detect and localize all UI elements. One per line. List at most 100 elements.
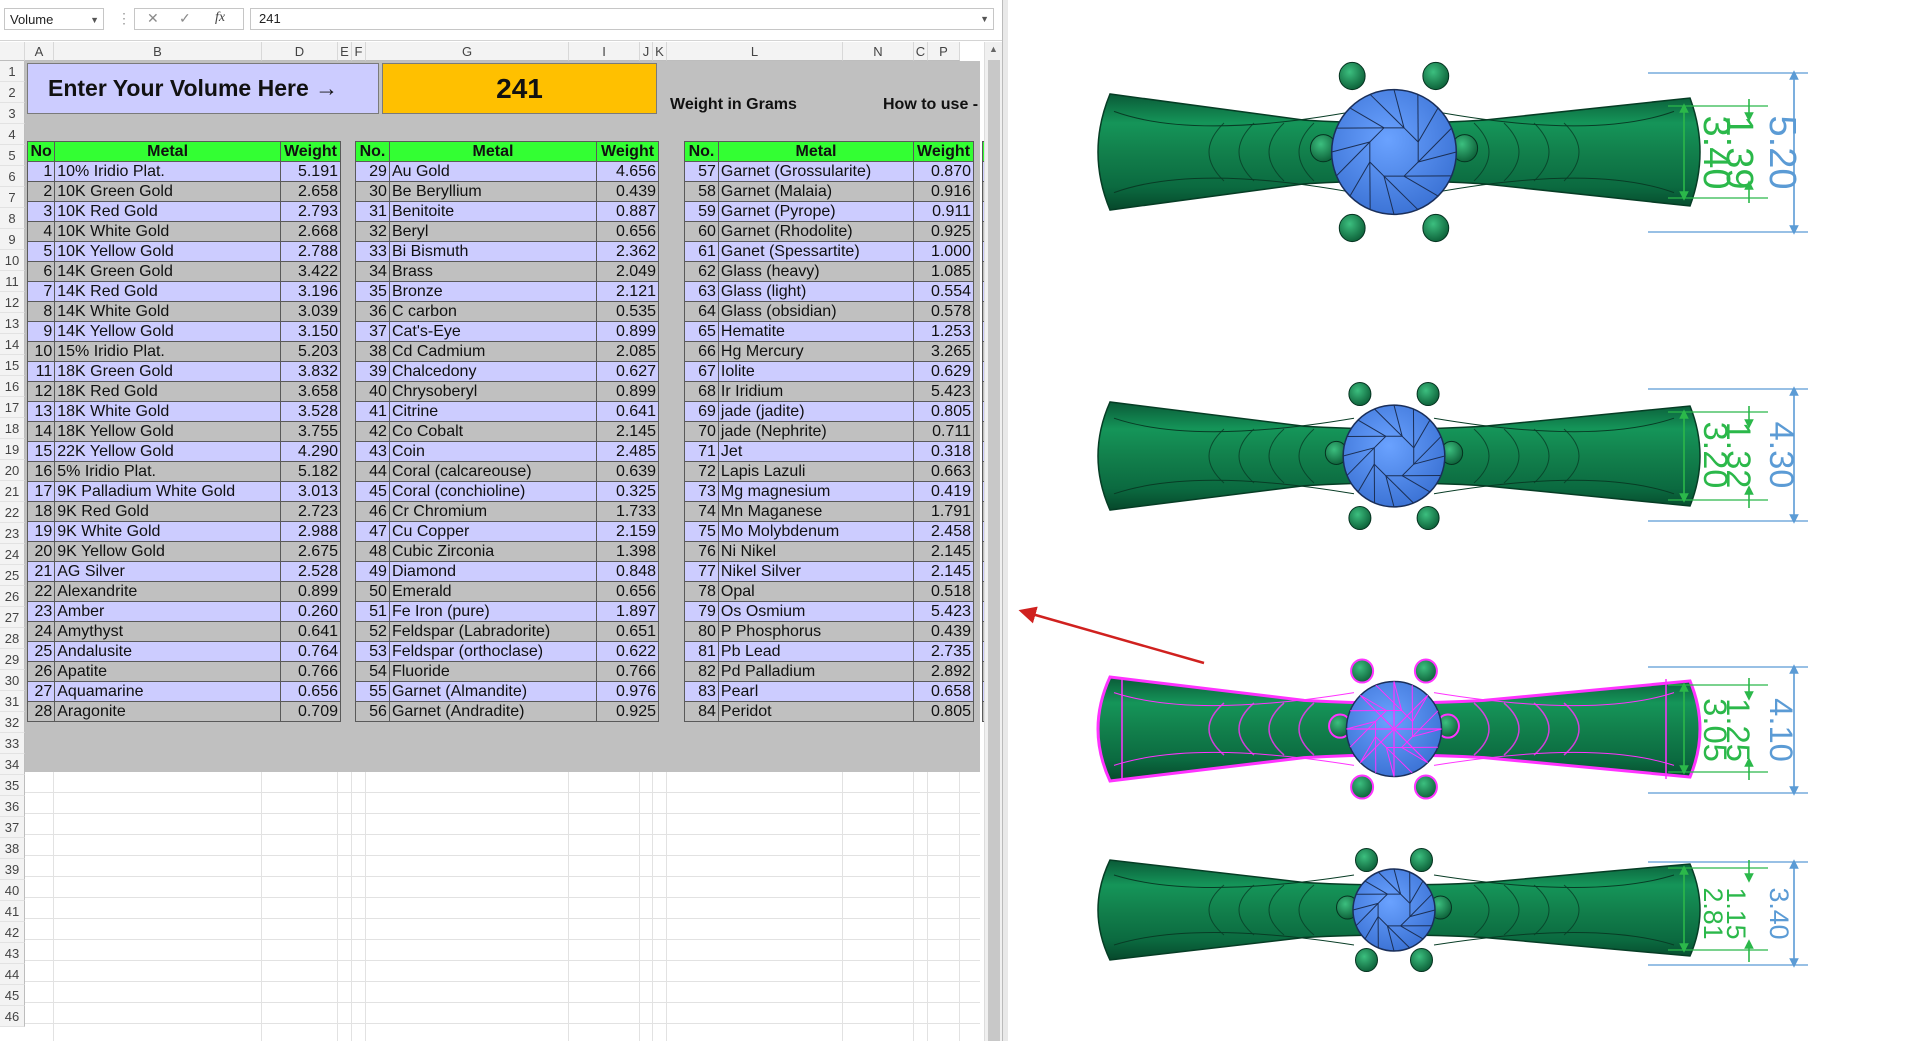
empty-grid[interactable] [25, 772, 980, 1041]
weight-cell[interactable]: 0.976 [597, 682, 659, 702]
weight-cell[interactable]: 0.925 [597, 702, 659, 722]
metal-name-cell[interactable]: P Phosphorus [718, 622, 913, 642]
weight-cell[interactable]: 0.658 [914, 682, 974, 702]
row-header[interactable]: 23 [0, 523, 25, 544]
weight-cell[interactable]: 0.627 [597, 362, 659, 382]
metal-name-cell[interactable]: Amber [55, 602, 281, 622]
row-number-cell[interactable]: 15 [28, 442, 55, 462]
row-number-cell[interactable]: 36 [356, 302, 390, 322]
row-number-cell[interactable]: 20 [28, 542, 55, 562]
weight-cell[interactable]: 3.265 [914, 342, 974, 362]
row-number-cell[interactable]: 28 [28, 702, 55, 722]
row-header[interactable]: 25 [0, 565, 25, 586]
metal-name-cell[interactable]: 10K Red Gold [55, 202, 281, 222]
column-header[interactable]: F [352, 42, 366, 61]
row-number-cell[interactable]: 24 [28, 622, 55, 642]
weight-cell[interactable]: 3.755 [280, 422, 340, 442]
row-number-cell[interactable]: 70 [685, 422, 719, 442]
row-number-cell[interactable]: 5 [28, 242, 55, 262]
more-options-icon[interactable]: ⋮ [117, 10, 131, 27]
column-header[interactable]: N [843, 42, 914, 61]
row-header[interactable]: 41 [0, 901, 25, 922]
column-header[interactable]: D [262, 42, 338, 61]
row-number-cell[interactable]: 30 [356, 182, 390, 202]
weight-cell[interactable]: 0.711 [914, 422, 974, 442]
weight-cell[interactable]: 0.848 [597, 562, 659, 582]
metal-name-cell[interactable]: Diamond [389, 562, 596, 582]
weight-cell[interactable]: 2.049 [597, 262, 659, 282]
row-number-cell[interactable]: 18 [28, 502, 55, 522]
weight-cell[interactable]: 3.658 [280, 382, 340, 402]
weight-cell[interactable]: 0.709 [280, 702, 340, 722]
row-header[interactable]: 46 [0, 1006, 25, 1027]
row-number-cell[interactable]: 26 [28, 662, 55, 682]
row-number-cell[interactable]: 39 [356, 362, 390, 382]
metal-name-cell[interactable]: 5% Iridio Plat. [55, 462, 281, 482]
weight-cell[interactable]: 5.191 [280, 162, 340, 182]
metal-name-cell[interactable]: Jet [718, 442, 913, 462]
metal-name-cell[interactable]: Cu Copper [389, 522, 596, 542]
row-number-cell[interactable]: 7 [28, 282, 55, 302]
metal-name-cell[interactable]: Glass (obsidian) [718, 302, 913, 322]
weight-cell[interactable]: 2.988 [280, 522, 340, 542]
metal-name-cell[interactable]: Mn Maganese [718, 502, 913, 522]
row-header[interactable]: 17 [0, 397, 25, 418]
row-number-cell[interactable]: 61 [685, 242, 719, 262]
metal-name-cell[interactable]: Glass (heavy) [718, 262, 913, 282]
row-number-cell[interactable]: 22 [28, 582, 55, 602]
row-number-cell[interactable]: 49 [356, 562, 390, 582]
row-header[interactable]: 26 [0, 586, 25, 607]
metal-name-cell[interactable]: Garnet (Malaia) [718, 182, 913, 202]
column-header[interactable]: G [366, 42, 569, 61]
weight-cell[interactable]: 0.656 [597, 582, 659, 602]
weight-cell[interactable]: 3.528 [280, 402, 340, 422]
weight-cell[interactable]: 2.668 [280, 222, 340, 242]
weight-cell[interactable]: 0.925 [914, 222, 974, 242]
row-number-cell[interactable]: 63 [685, 282, 719, 302]
row-number-cell[interactable]: 40 [356, 382, 390, 402]
metal-name-cell[interactable]: C carbon [389, 302, 596, 322]
metal-name-cell[interactable]: Apatite [55, 662, 281, 682]
metal-name-cell[interactable]: Hematite [718, 322, 913, 342]
row-header[interactable]: 37 [0, 817, 25, 838]
name-box[interactable]: Volume▼ [4, 8, 104, 30]
weight-cell[interactable]: 0.899 [597, 382, 659, 402]
weight-cell[interactable]: 0.260 [280, 602, 340, 622]
metal-name-cell[interactable]: Feldspar (orthoclase) [389, 642, 596, 662]
metal-name-cell[interactable]: Lapis Lazuli [718, 462, 913, 482]
weight-cell[interactable]: 3.832 [280, 362, 340, 382]
row-number-cell[interactable]: 41 [356, 402, 390, 422]
weight-cell[interactable]: 2.085 [597, 342, 659, 362]
row-header[interactable]: 36 [0, 796, 25, 817]
row-header[interactable]: 28 [0, 628, 25, 649]
row-header[interactable]: 42 [0, 922, 25, 943]
row-header[interactable]: 45 [0, 985, 25, 1006]
select-all-corner[interactable] [0, 42, 25, 61]
metal-name-cell[interactable]: Feldspar (Labradorite) [389, 622, 596, 642]
metal-name-cell[interactable]: Andalusite [55, 642, 281, 662]
row-number-cell[interactable]: 67 [685, 362, 719, 382]
row-number-cell[interactable]: 65 [685, 322, 719, 342]
row-number-cell[interactable]: 50 [356, 582, 390, 602]
weight-cell[interactable]: 5.182 [280, 462, 340, 482]
weight-cell[interactable]: 2.145 [914, 542, 974, 562]
metal-name-cell[interactable]: Fe Iron (pure) [389, 602, 596, 622]
metal-name-cell[interactable]: Cubic Zirconia [389, 542, 596, 562]
weight-cell[interactable]: 0.318 [914, 442, 974, 462]
weight-cell[interactable]: 2.793 [280, 202, 340, 222]
row-number-cell[interactable]: 29 [356, 162, 390, 182]
row-header[interactable]: 27 [0, 607, 25, 628]
row-number-cell[interactable]: 4 [28, 222, 55, 242]
weight-cell[interactable]: 0.916 [914, 182, 974, 202]
weight-cell[interactable]: 1.733 [597, 502, 659, 522]
row-header[interactable]: 7 [0, 187, 25, 208]
metal-name-cell[interactable]: 10% Iridio Plat. [55, 162, 281, 182]
metal-name-cell[interactable]: Alexandrite [55, 582, 281, 602]
weight-cell[interactable]: 3.196 [280, 282, 340, 302]
row-number-cell[interactable]: 23 [28, 602, 55, 622]
weight-cell[interactable]: 0.887 [597, 202, 659, 222]
row-header[interactable]: 19 [0, 439, 25, 460]
metal-name-cell[interactable]: Glass (light) [718, 282, 913, 302]
row-number-cell[interactable]: 12 [28, 382, 55, 402]
row-number-cell[interactable]: 43 [356, 442, 390, 462]
